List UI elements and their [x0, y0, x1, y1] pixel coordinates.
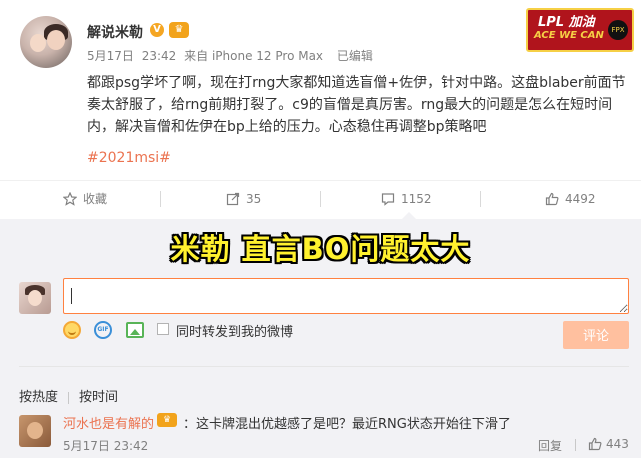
action-separator — [320, 191, 321, 207]
tab-sort-time[interactable]: 按时间 — [79, 386, 118, 405]
comment-like-count: 443 — [606, 437, 629, 451]
post-source: 来自 iPhone 12 Pro Max — [184, 49, 324, 63]
thumbs-up-icon — [545, 192, 559, 205]
post-card: 解说米勒 V ♛ 5月17日 23:42 来自 iPhone 12 Pro Ma… — [0, 0, 641, 220]
post-action-bar: 收藏 35 1152 4492 — [0, 180, 641, 217]
verified-icon: V — [150, 23, 164, 37]
favorite-button[interactable]: 收藏 — [63, 181, 107, 217]
avatar-face-child — [30, 34, 46, 52]
comment-count: 1152 — [401, 192, 432, 206]
current-user-avatar[interactable] — [19, 282, 51, 314]
like-button[interactable]: 4492 — [545, 181, 596, 217]
avatar-face — [27, 422, 43, 439]
comment-username[interactable]: 河水也是有解的 — [63, 413, 154, 432]
repost-count: 35 — [246, 192, 262, 206]
logo-badge: FPX — [608, 20, 628, 40]
comment-text: ：这卡牌混出优越感了是吧？最近RNG状态开始往下滑了 — [183, 417, 511, 432]
repost-icon — [226, 192, 240, 205]
logo-line-2: ACE WE CAN — [534, 30, 604, 41]
comment-action-separator — [575, 439, 576, 451]
post-meta: 5月17日 23:42 来自 iPhone 12 Pro Max 已编辑 — [87, 47, 377, 64]
submit-comment-button[interactable]: 评论 — [563, 321, 629, 349]
comment-input[interactable] — [63, 278, 629, 314]
video-caption-overlay: 米勒 直言BO问题太大 — [170, 232, 471, 266]
author-avatar[interactable] — [20, 16, 72, 68]
comment-icon — [381, 192, 395, 206]
post-time[interactable]: 23:42 — [142, 49, 177, 63]
post-body: 都跟psg学坏了啊，现在打rng大家都知道选盲僧+佐伊，针对中路。这盘blabe… — [87, 75, 626, 135]
action-separator — [480, 191, 481, 207]
comment-pointer — [402, 212, 416, 219]
thumbs-up-icon[interactable] — [588, 437, 602, 451]
comment-divider — [19, 366, 629, 367]
comment-time: 5月17日 23:42 — [63, 439, 149, 453]
hashtag-link[interactable]: #2021msi# — [87, 150, 171, 166]
crown-level-icon: ♛ — [169, 22, 189, 38]
like-count: 4492 — [565, 192, 596, 206]
action-separator — [160, 191, 161, 207]
repost-checkbox-label[interactable]: 同时转发到我的微博 — [176, 321, 293, 340]
tab-sort-hot[interactable]: 按热度 — [19, 386, 58, 405]
fpx-team-logo: LPL 加油 ACE WE CAN FPX — [526, 8, 634, 52]
avatar-face — [28, 290, 42, 306]
reply-button[interactable]: 回复 — [538, 437, 562, 454]
image-icon[interactable] — [126, 322, 144, 338]
comment-sort-tabs: 按热度 按时间 — [19, 386, 118, 405]
favorite-label: 收藏 — [83, 192, 108, 206]
comment-avatar[interactable] — [19, 415, 51, 447]
avatar-face-adult — [47, 30, 65, 50]
tab-separator — [68, 391, 70, 404]
gif-icon[interactable]: GIF — [94, 321, 112, 339]
logo-line-1: LPL 加油 — [538, 15, 595, 30]
repost-button[interactable]: 35 — [226, 181, 261, 217]
post-date[interactable]: 5月17日 — [87, 49, 134, 63]
author-name[interactable]: 解说米勒 — [87, 22, 143, 42]
crown-level-icon: ♛ — [157, 413, 177, 427]
emoji-icon[interactable] — [63, 321, 81, 339]
text-caret — [71, 288, 72, 304]
repost-checkbox[interactable] — [157, 323, 169, 335]
edited-label[interactable]: 已编辑 — [337, 49, 373, 63]
star-icon — [63, 191, 77, 206]
